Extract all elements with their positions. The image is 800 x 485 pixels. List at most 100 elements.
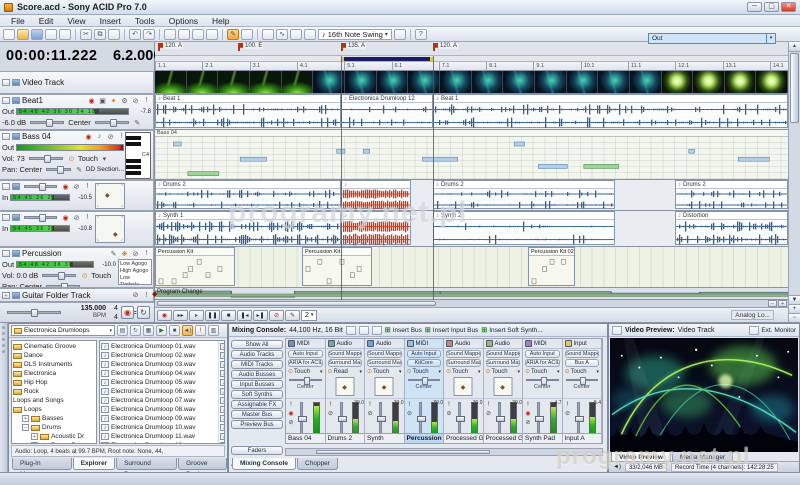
pan-value[interactable]: Center bbox=[68, 118, 91, 127]
envelope-tool-icon[interactable]: ∿ bbox=[276, 29, 288, 40]
pan-position-dot[interactable]: ◆ bbox=[113, 231, 118, 238]
channel-name[interactable]: Percussion bbox=[405, 433, 444, 443]
menu-item[interactable]: File bbox=[4, 16, 32, 26]
track-header-bass04[interactable]: Bass 04 ◉ ♪ ⊘ ! Out Vol: 73 ⊙ Touch ▾ Pa… bbox=[0, 130, 154, 180]
output-device-button[interactable]: Surround Master bbox=[367, 359, 402, 367]
io-label[interactable]: Out bbox=[2, 107, 14, 116]
time-ruler[interactable]: 1.12.13.14.15.16.17.18.19.110.111.112.11… bbox=[155, 62, 788, 71]
tree-item[interactable]: + Dance Beats bbox=[13, 441, 95, 444]
solo-icon[interactable]: ! bbox=[564, 401, 572, 410]
video-thumbnail[interactable] bbox=[313, 71, 345, 93]
tempo-slider[interactable] bbox=[7, 311, 61, 314]
channel-name[interactable]: Processed G... bbox=[444, 433, 483, 443]
file-item[interactable]: ♪ Electronica bbox=[220, 369, 223, 378]
event-tool-icon[interactable] bbox=[290, 29, 302, 40]
track-name[interactable]: Bass 04 bbox=[22, 132, 51, 141]
pan-slider[interactable] bbox=[46, 168, 71, 171]
solo-icon[interactable]: ! bbox=[445, 401, 453, 410]
channel-name[interactable]: Bass 04 bbox=[286, 433, 325, 443]
zoom-in-icon[interactable]: + bbox=[789, 304, 800, 313]
play-preview-icon[interactable]: ▶ bbox=[156, 325, 167, 336]
input-device-button[interactable]: Auto Input bbox=[525, 350, 560, 358]
mixer-channel-strip[interactable]: Input Sound Mapper Bus A ⊙ Touch ▾ Cente… bbox=[563, 339, 603, 443]
cut-icon[interactable]: ✂ bbox=[80, 29, 92, 40]
input-device-button[interactable]: Auto Input bbox=[407, 350, 442, 358]
audio-clip[interactable]: ♪Synth 1 bbox=[155, 211, 341, 245]
record-arm-icon[interactable]: ◉ bbox=[87, 97, 96, 105]
file-item[interactable]: ♪ Electronica Drumloop 09.wav bbox=[101, 414, 217, 423]
envelope-icon[interactable]: ▣ bbox=[98, 97, 107, 105]
file-item[interactable]: ♪ Electronica bbox=[220, 378, 223, 387]
file-item[interactable]: ♪ Electronica bbox=[220, 423, 223, 432]
mute-icon[interactable]: ⊘ bbox=[564, 410, 572, 419]
view-filter-button[interactable]: Preview Bus bbox=[231, 420, 283, 429]
automation-mode-dropdown[interactable]: ⊙ Touch ▾ bbox=[365, 367, 404, 376]
chevron-down-icon[interactable]: ▾ bbox=[100, 155, 109, 163]
mixer-channel-strip[interactable]: Audio Sound Mapper Surround Master ⊙ Rea… bbox=[326, 339, 366, 443]
audio-clip[interactable]: ♪Synth 2 bbox=[433, 211, 615, 245]
horizontal-scrollbar[interactable]: − + bbox=[155, 300, 788, 308]
expand-folder-icon[interactable]: + bbox=[2, 292, 10, 299]
pause-button[interactable]: ❚❚ bbox=[205, 310, 220, 321]
automation-mode-dropdown[interactable]: ⊙ Touch ▾ bbox=[286, 367, 325, 376]
volume-slider[interactable] bbox=[29, 157, 63, 160]
kit-item[interactable]: Low Timbale bbox=[120, 275, 150, 285]
mixer-channel-strip[interactable]: MIDI Auto Input ARIA for ACID ⊙ Touch ▾ … bbox=[523, 339, 563, 443]
scrollbar-thumb[interactable] bbox=[790, 53, 799, 123]
mute-icon[interactable]: ⊘ bbox=[72, 183, 81, 191]
play-from-start-button[interactable]: ▸▸ bbox=[173, 310, 188, 321]
video-thumbnail[interactable] bbox=[345, 71, 377, 93]
view-filter-button[interactable]: Soft Synths bbox=[231, 390, 283, 399]
automation-icon[interactable]: ⊙ bbox=[67, 155, 76, 163]
solo-icon[interactable]: ! bbox=[142, 292, 151, 299]
mixer-scrollbar[interactable] bbox=[285, 448, 603, 456]
audio-clip[interactable]: ♪ bbox=[341, 211, 411, 245]
channel-name[interactable]: Synth bbox=[365, 433, 404, 443]
audio-clip[interactable]: ♪Drums 2 bbox=[675, 180, 788, 209]
automation-mode-dropdown[interactable]: ⊙ Touch ▾ bbox=[444, 367, 483, 376]
tree-item[interactable]: Electronica bbox=[13, 369, 95, 378]
file-item[interactable]: ♪ Electronica bbox=[220, 387, 223, 396]
file-item[interactable]: ♪ Electronica Drumloop 02.wav bbox=[101, 351, 217, 360]
tree-item[interactable]: + Basses bbox=[13, 414, 95, 423]
video-thumbnail[interactable] bbox=[440, 71, 472, 93]
menu-item[interactable]: Edit bbox=[32, 16, 61, 26]
minimize-track-icon[interactable] bbox=[2, 183, 10, 190]
video-thumbnail[interactable] bbox=[377, 71, 409, 93]
audio-clip[interactable]: ♪Beat 1 bbox=[433, 94, 788, 128]
draw-tool-icon[interactable]: ✎ bbox=[227, 29, 239, 40]
mixer-channel-strip[interactable]: MIDI Auto Input ARIA for ACID ⊙ Touch ▾ … bbox=[286, 339, 326, 443]
paint-tool-icon[interactable] bbox=[241, 29, 253, 40]
minimize-track-icon[interactable] bbox=[2, 214, 10, 221]
channel-name[interactable]: Input A bbox=[563, 433, 602, 443]
folder-dropdown[interactable]: Electronica Drumloops ▾ bbox=[11, 325, 115, 336]
minimize-button[interactable]: ─ bbox=[747, 2, 762, 12]
channel-type-chip[interactable]: Audio bbox=[365, 339, 404, 349]
output-device-button[interactable]: ARIA for ACID bbox=[288, 359, 323, 367]
channel-type-chip[interactable]: Audio bbox=[484, 339, 523, 349]
minimize-track-icon[interactable] bbox=[2, 79, 10, 86]
record-arm-icon[interactable]: ◉ bbox=[61, 214, 70, 222]
mixer-channel-strip[interactable]: Audio Sound Mapper Surround Master ⊙ Tou… bbox=[365, 339, 405, 443]
minimize-track-icon[interactable] bbox=[2, 97, 10, 104]
output-device-button[interactable]: ARIA for ACID bbox=[525, 359, 560, 367]
marker-bar[interactable]: 120. A 100. E 135. A 120. A bbox=[155, 42, 788, 56]
mute-icon[interactable]: ⊘ bbox=[445, 410, 453, 419]
expand-icon[interactable]: + bbox=[31, 433, 38, 440]
video-thumbnail[interactable] bbox=[756, 71, 788, 93]
kit-item[interactable]: Low Agogo bbox=[120, 261, 150, 268]
view-filter-button[interactable]: Assignable FX bbox=[231, 400, 283, 409]
midi-drum-clip[interactable]: Percussion Kit 02 bbox=[528, 247, 575, 286]
go-to-start-button[interactable]: ❚◂ bbox=[237, 310, 252, 321]
tree-item[interactable]: Hip Hop bbox=[13, 378, 95, 387]
record-button[interactable]: ◉ bbox=[157, 310, 172, 321]
output-device-button[interactable]: Bus A bbox=[565, 359, 600, 367]
mute-icon[interactable]: ⊘ bbox=[485, 410, 493, 419]
pan-position-dot[interactable]: ◆ bbox=[342, 384, 347, 391]
time-signature-bottom[interactable]: 4 bbox=[112, 313, 120, 322]
volume-slider[interactable] bbox=[24, 216, 57, 219]
video-thumbnail[interactable] bbox=[155, 71, 187, 93]
track-name[interactable]: Beat1 bbox=[22, 96, 43, 105]
channel-name[interactable]: Synth Pad bbox=[523, 433, 562, 443]
stop-preview-icon[interactable]: ■ bbox=[169, 325, 180, 336]
